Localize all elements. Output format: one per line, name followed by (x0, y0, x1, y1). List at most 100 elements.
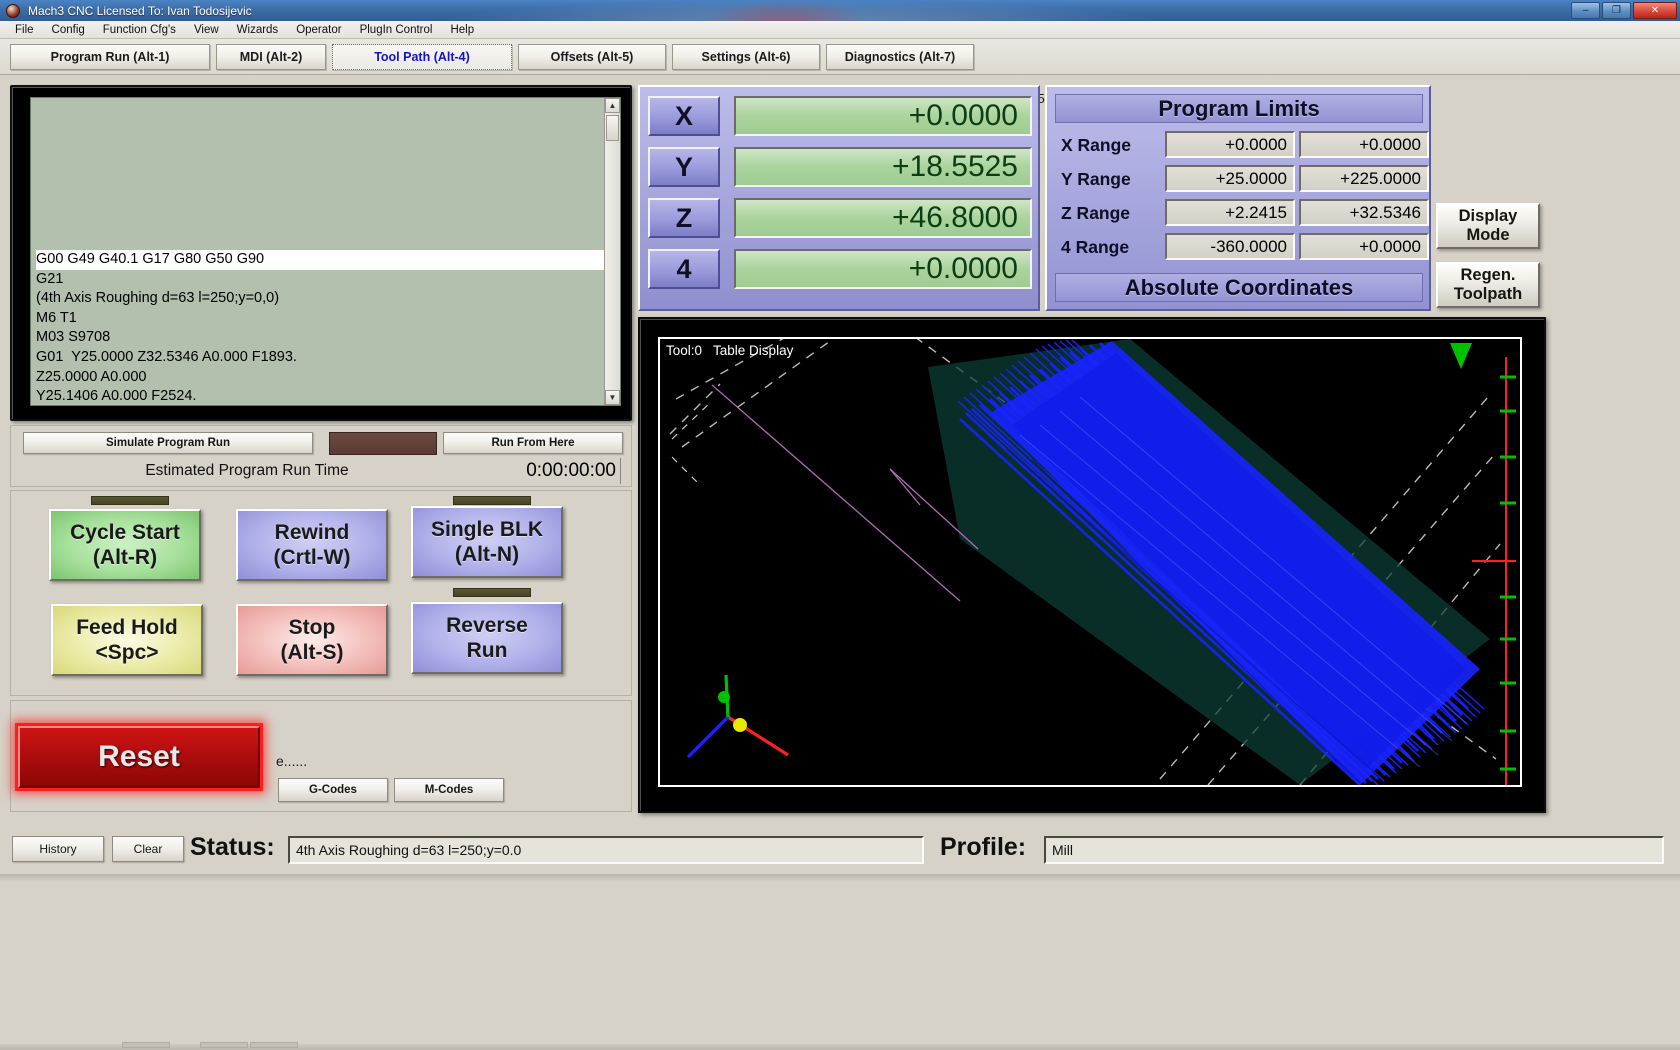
tab-diagnostics[interactable]: Diagnostics (Alt-7) (826, 44, 974, 70)
gcode-scrollbar[interactable]: ▲ ▼ (604, 98, 620, 405)
maximize-button[interactable]: ❐ (1602, 2, 1631, 19)
scroll-down-icon[interactable]: ▼ (605, 390, 620, 405)
dro-row-4: 4 +0.0000 (648, 246, 1032, 292)
minimize-button[interactable]: – (1571, 2, 1600, 19)
axis-label-x[interactable]: X (648, 96, 720, 136)
toolpath-viewport[interactable]: Tool:0 Table Display (658, 337, 1522, 787)
display-mode-button[interactable]: Display Mode (1436, 203, 1540, 249)
reverse-run-led (453, 588, 531, 597)
tab-tool-path[interactable]: Tool Path (Alt-4) (332, 44, 512, 70)
close-button[interactable]: ✕ (1633, 2, 1677, 19)
limit-row-4: 4 Range -360.0000 +0.0000 (1055, 231, 1429, 264)
single-blk-line1: Single BLK (430, 518, 543, 541)
menu-operator[interactable]: Operator (287, 21, 350, 39)
limit-row-y: Y Range +25.0000 +225.0000 (1055, 163, 1429, 196)
history-button[interactable]: History (12, 836, 104, 862)
status-bar: History Clear Status: 4th Axis Roughing … (0, 822, 1680, 872)
dro-row-z: Z +46.8000 (648, 195, 1032, 241)
axis-label-4[interactable]: 4 (648, 249, 720, 289)
dro-value-4[interactable]: +0.0000 (734, 249, 1032, 289)
reverse-run-line2: Run (466, 639, 508, 662)
simulate-panel: Simulate Program Run Run From Here Estim… (10, 425, 632, 487)
limit-label-z: Z Range (1061, 203, 1131, 223)
cycle-start-led (91, 496, 169, 505)
limit-min-4[interactable]: -360.0000 (1165, 233, 1295, 260)
dro-panel: X +0.0000 Y +18.5525 Z +46.8000 4 +0.000… (638, 85, 1040, 311)
gcode-line[interactable]: (4th Axis Roughing d=63 l=250;y=0,0) (36, 289, 620, 309)
menu-plugin-control[interactable]: PlugIn Control (351, 21, 442, 39)
scroll-up-icon[interactable]: ▲ (605, 98, 620, 113)
limit-max-y[interactable]: +225.0000 (1299, 165, 1429, 192)
feed-hold-line1: Feed Hold (76, 616, 178, 639)
cycle-start-line1: Cycle Start (70, 521, 180, 544)
clear-button[interactable]: Clear (112, 836, 184, 862)
toolpath-frame: Tool:0 Table Display (638, 317, 1546, 813)
limit-min-z[interactable]: +2.2415 (1165, 199, 1295, 226)
titlebar-accent (700, 0, 870, 21)
gcode-line[interactable]: M6 T1 (36, 309, 620, 329)
menubar: File Config Function Cfg's View Wizards … (0, 21, 1680, 39)
limit-label-4: 4 Range (1061, 237, 1130, 257)
scrollbar-thumb[interactable] (606, 115, 619, 141)
menu-view[interactable]: View (185, 21, 228, 39)
stop-line2: (Alt-S) (280, 641, 344, 664)
gcodes-button[interactable]: G-Codes (278, 778, 388, 802)
tab-settings[interactable]: Settings (Alt-6) (672, 44, 820, 70)
taskbar-item[interactable] (250, 1042, 298, 1048)
rewind-button[interactable]: Rewind (Crtl-W) (236, 509, 388, 581)
menu-file[interactable]: File (6, 21, 43, 39)
stop-button[interactable]: Stop (Alt-S) (236, 604, 388, 676)
single-blk-line2: (Alt-N) (454, 543, 520, 566)
limit-max-x[interactable]: +0.0000 (1299, 131, 1429, 158)
app-icon (6, 3, 20, 18)
gcode-line[interactable]: G21 (36, 270, 620, 290)
reverse-run-button[interactable]: Reverse Run (411, 602, 563, 674)
gcode-line-list[interactable]: G00 G49 G40.1 G17 G80 G50 G90 G21 (4th A… (31, 250, 620, 405)
toolpath-overlay-label: Tool:0 Table Display (666, 343, 794, 358)
reset-button[interactable]: Reset (15, 723, 263, 791)
gcode-editor[interactable]: G00 G49 G40.1 G17 G80 G50 G90 G21 (4th A… (30, 97, 621, 406)
menu-function-cfgs[interactable]: Function Cfg's (94, 21, 185, 39)
cycle-start-button[interactable]: Cycle Start (Alt-R) (49, 509, 201, 581)
simulate-program-run-button[interactable]: Simulate Program Run (23, 432, 313, 454)
gcode-line[interactable]: G00 G49 G40.1 G17 G80 G50 G90 (36, 250, 620, 270)
simulate-progress-led (329, 432, 437, 455)
tab-program-run[interactable]: Program Run (Alt-1) (10, 44, 210, 70)
toolpath-render[interactable] (660, 339, 1520, 785)
menu-help[interactable]: Help (441, 21, 483, 39)
taskbar-item[interactable] (122, 1042, 170, 1048)
gcode-line[interactable]: Z25.0000 A0.000 (36, 368, 620, 388)
panel-divider (0, 874, 1680, 882)
taskbar-item[interactable] (200, 1042, 248, 1048)
gcode-line[interactable]: G01 Y25.0000 Z32.5346 A0.000 F1893. (36, 348, 620, 368)
cycle-start-line2: (Alt-R) (92, 546, 158, 569)
mcodes-button[interactable]: M-Codes (394, 778, 504, 802)
limit-min-y[interactable]: +25.0000 (1165, 165, 1295, 192)
program-limits-title: Program Limits (1055, 94, 1423, 123)
axis-label-y[interactable]: Y (648, 147, 720, 187)
dro-value-y[interactable]: +18.5525 (734, 147, 1032, 187)
tab-mdi[interactable]: MDI (Alt-2) (216, 44, 326, 70)
status-message: 4th Axis Roughing d=63 l=250;y=0.0 (288, 836, 924, 864)
tab-offsets[interactable]: Offsets (Alt-5) (518, 44, 666, 70)
gcode-line[interactable]: Y25.1406 A0.000 F2524. (36, 387, 620, 405)
limit-max-z[interactable]: +32.5346 (1299, 199, 1429, 226)
gcode-line[interactable]: M03 S9708 (36, 328, 620, 348)
gcode-blank-area (31, 98, 620, 250)
feed-hold-button[interactable]: Feed Hold <Spc> (51, 604, 203, 676)
menu-wizards[interactable]: Wizards (228, 21, 288, 39)
taskbar-strip (0, 1042, 1680, 1050)
limit-max-4[interactable]: +0.0000 (1299, 233, 1429, 260)
limit-min-x[interactable]: +0.0000 (1165, 131, 1295, 158)
reset-button-label: Reset (18, 726, 260, 788)
axis-label-z[interactable]: Z (648, 198, 720, 238)
program-limits-panel: Program Limits X Range +0.0000 +0.0000 Y… (1045, 85, 1431, 311)
dro-value-x[interactable]: +0.0000 (734, 96, 1032, 136)
single-block-button[interactable]: Single BLK (Alt-N) (411, 506, 563, 578)
single-blk-led (453, 496, 531, 505)
run-from-here-button[interactable]: Run From Here (443, 432, 623, 454)
absolute-coordinates-toggle[interactable]: Absolute Coordinates (1055, 273, 1423, 302)
regen-toolpath-button[interactable]: Regen. Toolpath (1436, 262, 1540, 308)
menu-config[interactable]: Config (43, 21, 94, 39)
dro-value-z[interactable]: +46.8000 (734, 198, 1032, 238)
